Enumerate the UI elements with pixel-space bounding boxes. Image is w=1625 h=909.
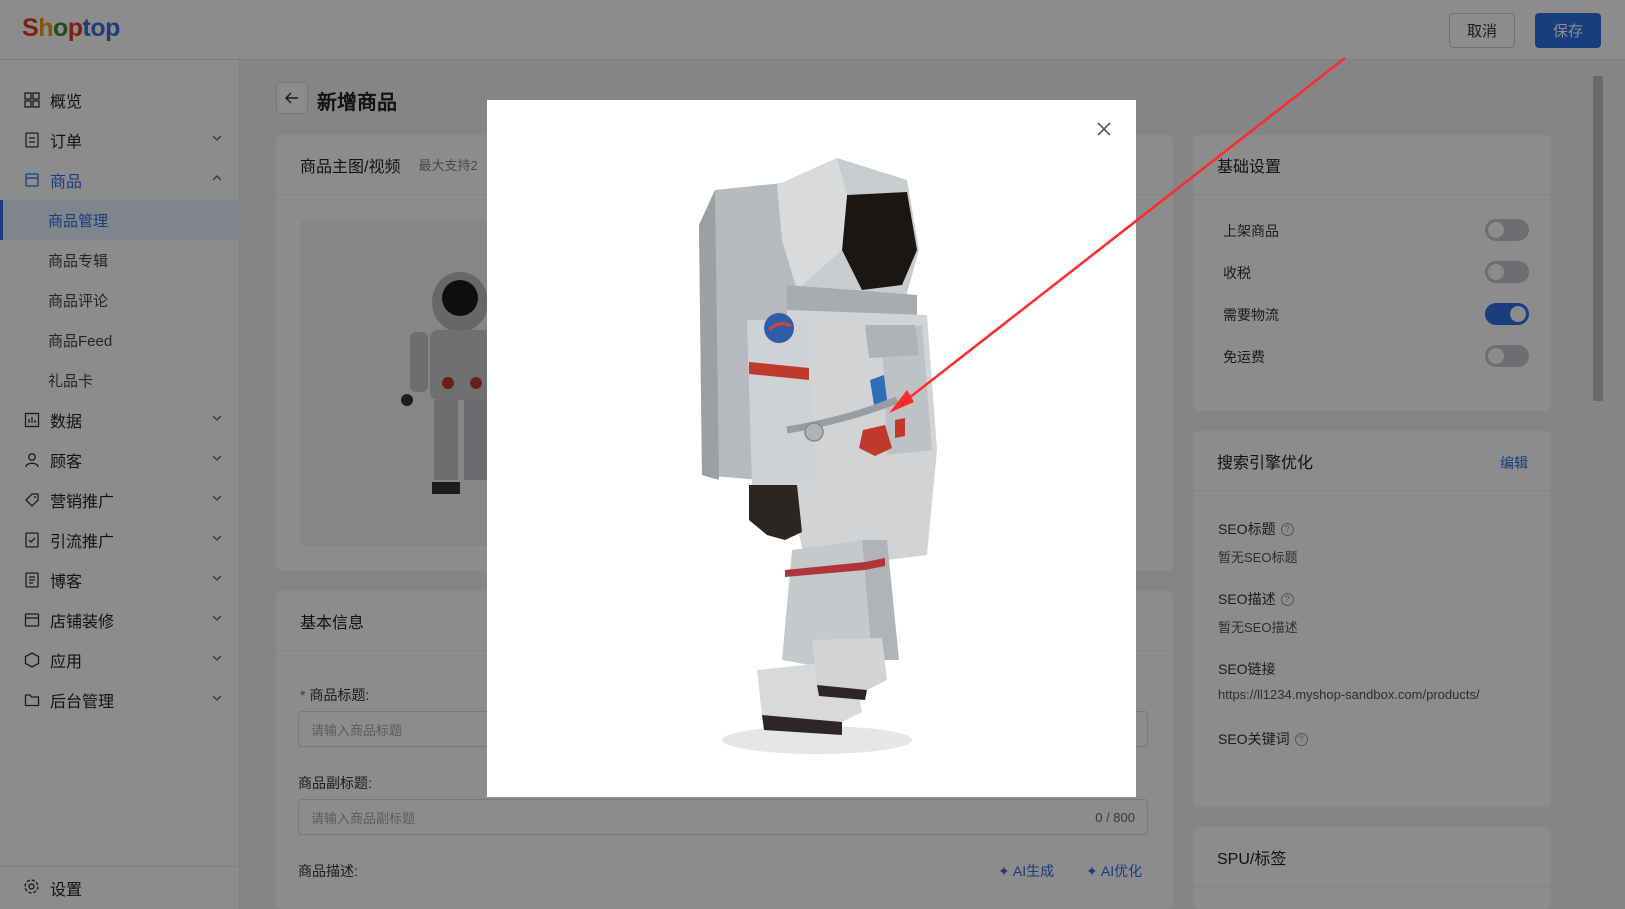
astronaut-preview-image[interactable] [487, 100, 1136, 797]
image-preview-modal [487, 100, 1136, 797]
